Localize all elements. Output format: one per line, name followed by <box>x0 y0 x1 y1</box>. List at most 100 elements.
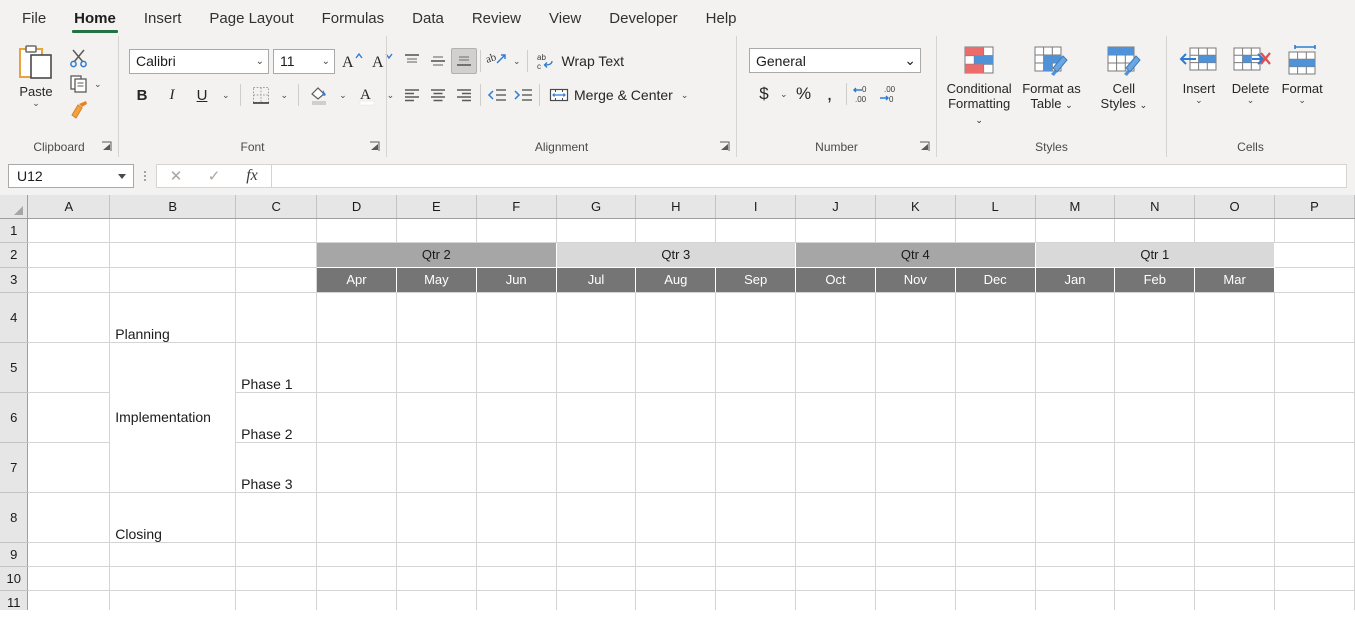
month-header-sep[interactable]: Sep <box>715 267 797 293</box>
cell-g10[interactable] <box>556 566 637 591</box>
insert-chevron-down-icon[interactable]: ⌄ <box>1195 96 1203 105</box>
cell-i10[interactable] <box>715 566 797 591</box>
format-as-table-button[interactable]: Format as Table ⌄ <box>1015 44 1087 113</box>
cell-f9[interactable] <box>476 542 557 567</box>
row-header-5[interactable]: 5 <box>0 342 29 393</box>
cell-f7[interactable] <box>476 442 557 493</box>
cell-a9[interactable] <box>27 542 111 567</box>
cell-c4[interactable] <box>235 292 318 343</box>
month-header-oct[interactable]: Oct <box>795 267 876 293</box>
cell-k10[interactable] <box>875 566 956 591</box>
tab-page-layout[interactable]: Page Layout <box>195 0 307 36</box>
column-header-a[interactable]: A <box>27 195 111 219</box>
column-header-f[interactable]: F <box>476 195 557 219</box>
orientation-button[interactable]: ab <box>484 48 510 74</box>
tab-data[interactable]: Data <box>398 0 458 36</box>
cell-b1[interactable] <box>109 218 237 243</box>
number-dialog-launcher-icon[interactable] <box>919 141 931 153</box>
cell-g7[interactable] <box>556 442 637 493</box>
name-box-chevron-down-icon[interactable] <box>118 173 126 179</box>
font-size-select[interactable]: 11 ⌄ <box>273 48 335 74</box>
cell-a5[interactable] <box>27 342 111 393</box>
cell-l11[interactable] <box>955 590 1036 610</box>
align-left-button[interactable] <box>399 82 425 108</box>
cell-n4[interactable] <box>1114 292 1196 343</box>
align-bottom-button[interactable] <box>451 48 477 74</box>
cell-c8[interactable] <box>235 492 318 543</box>
cell-l9[interactable] <box>955 542 1036 567</box>
cell-j11[interactable] <box>795 590 876 610</box>
cell-k8[interactable] <box>875 492 956 543</box>
cell-e6[interactable] <box>396 392 477 443</box>
month-header-apr[interactable]: Apr <box>316 267 397 293</box>
borders-chevron-down-icon[interactable]: ⌄ <box>278 90 292 101</box>
cell-a3[interactable] <box>27 267 111 293</box>
cell-c2[interactable] <box>235 242 318 268</box>
cell-g8[interactable] <box>556 492 637 543</box>
cell-j8[interactable] <box>795 492 876 543</box>
cell-l6[interactable] <box>955 392 1036 443</box>
month-header-aug[interactable]: Aug <box>635 267 717 293</box>
cell-o7[interactable] <box>1194 442 1276 493</box>
cell-l1[interactable] <box>955 218 1036 243</box>
cell-p4[interactable] <box>1274 292 1355 343</box>
month-header-nov[interactable]: Nov <box>875 267 956 293</box>
cell-l8[interactable] <box>955 492 1036 543</box>
cell-o9[interactable] <box>1194 542 1276 567</box>
cell-p10[interactable] <box>1274 566 1355 591</box>
cell-f1[interactable] <box>476 218 557 243</box>
cell-p9[interactable] <box>1274 542 1355 567</box>
orientation-chevron-down-icon[interactable]: ⌄ <box>510 56 524 67</box>
cell-h8[interactable] <box>635 492 717 543</box>
column-header-d[interactable]: D <box>316 195 397 219</box>
cell-d10[interactable] <box>316 566 397 591</box>
cell-e9[interactable] <box>396 542 477 567</box>
cell-o10[interactable] <box>1194 566 1276 591</box>
cell-j9[interactable] <box>795 542 876 567</box>
cell-d11[interactable] <box>316 590 397 610</box>
row-header-1[interactable]: 1 <box>0 218 29 243</box>
cell-d8[interactable] <box>316 492 397 543</box>
cell-f11[interactable] <box>476 590 557 610</box>
cell-l5[interactable] <box>955 342 1036 393</box>
cell-i6[interactable] <box>715 392 797 443</box>
row-header-6[interactable]: 6 <box>0 392 29 443</box>
cell-j10[interactable] <box>795 566 876 591</box>
underline-chevron-down-icon[interactable]: ⌄ <box>219 90 233 101</box>
cell-j5[interactable] <box>795 342 876 393</box>
cell-i8[interactable] <box>715 492 797 543</box>
italic-button[interactable]: I <box>159 82 185 108</box>
conditional-formatting-button[interactable]: Conditional Formatting ⌄ <box>943 44 1015 128</box>
tab-developer[interactable]: Developer <box>595 0 691 36</box>
cell-m4[interactable] <box>1035 292 1116 343</box>
cell-o11[interactable] <box>1194 590 1276 610</box>
cell-b8-closing[interactable]: Closing <box>109 492 237 543</box>
cell-j7[interactable] <box>795 442 876 493</box>
format-cells-button[interactable]: Format ⌄ <box>1276 44 1328 105</box>
font-color-button[interactable]: A <box>354 82 380 108</box>
name-box[interactable]: U12 <box>8 164 134 188</box>
select-all-corner[interactable] <box>0 195 29 219</box>
cell-d4[interactable] <box>316 292 397 343</box>
cell-i9[interactable] <box>715 542 797 567</box>
paste-chevron-down-icon[interactable]: ⌄ <box>32 99 40 108</box>
cell-l7[interactable] <box>955 442 1036 493</box>
column-header-g[interactable]: G <box>556 195 637 219</box>
cell-o6[interactable] <box>1194 392 1276 443</box>
cell-k6[interactable] <box>875 392 956 443</box>
currency-format-button[interactable]: $ <box>751 81 777 107</box>
cell-i4[interactable] <box>715 292 797 343</box>
tab-home[interactable]: Home <box>60 0 130 36</box>
cell-n7[interactable] <box>1114 442 1196 493</box>
month-header-feb[interactable]: Feb <box>1114 267 1196 293</box>
cell-m9[interactable] <box>1035 542 1116 567</box>
row-header-2[interactable]: 2 <box>0 242 29 268</box>
cell-f8[interactable] <box>476 492 557 543</box>
month-header-jun[interactable]: Jun <box>476 267 557 293</box>
cell-p5[interactable] <box>1274 342 1355 393</box>
cell-f5[interactable] <box>476 342 557 393</box>
borders-button[interactable] <box>248 82 274 108</box>
cell-a2[interactable] <box>27 242 111 268</box>
cell-j6[interactable] <box>795 392 876 443</box>
column-header-n[interactable]: N <box>1114 195 1196 219</box>
